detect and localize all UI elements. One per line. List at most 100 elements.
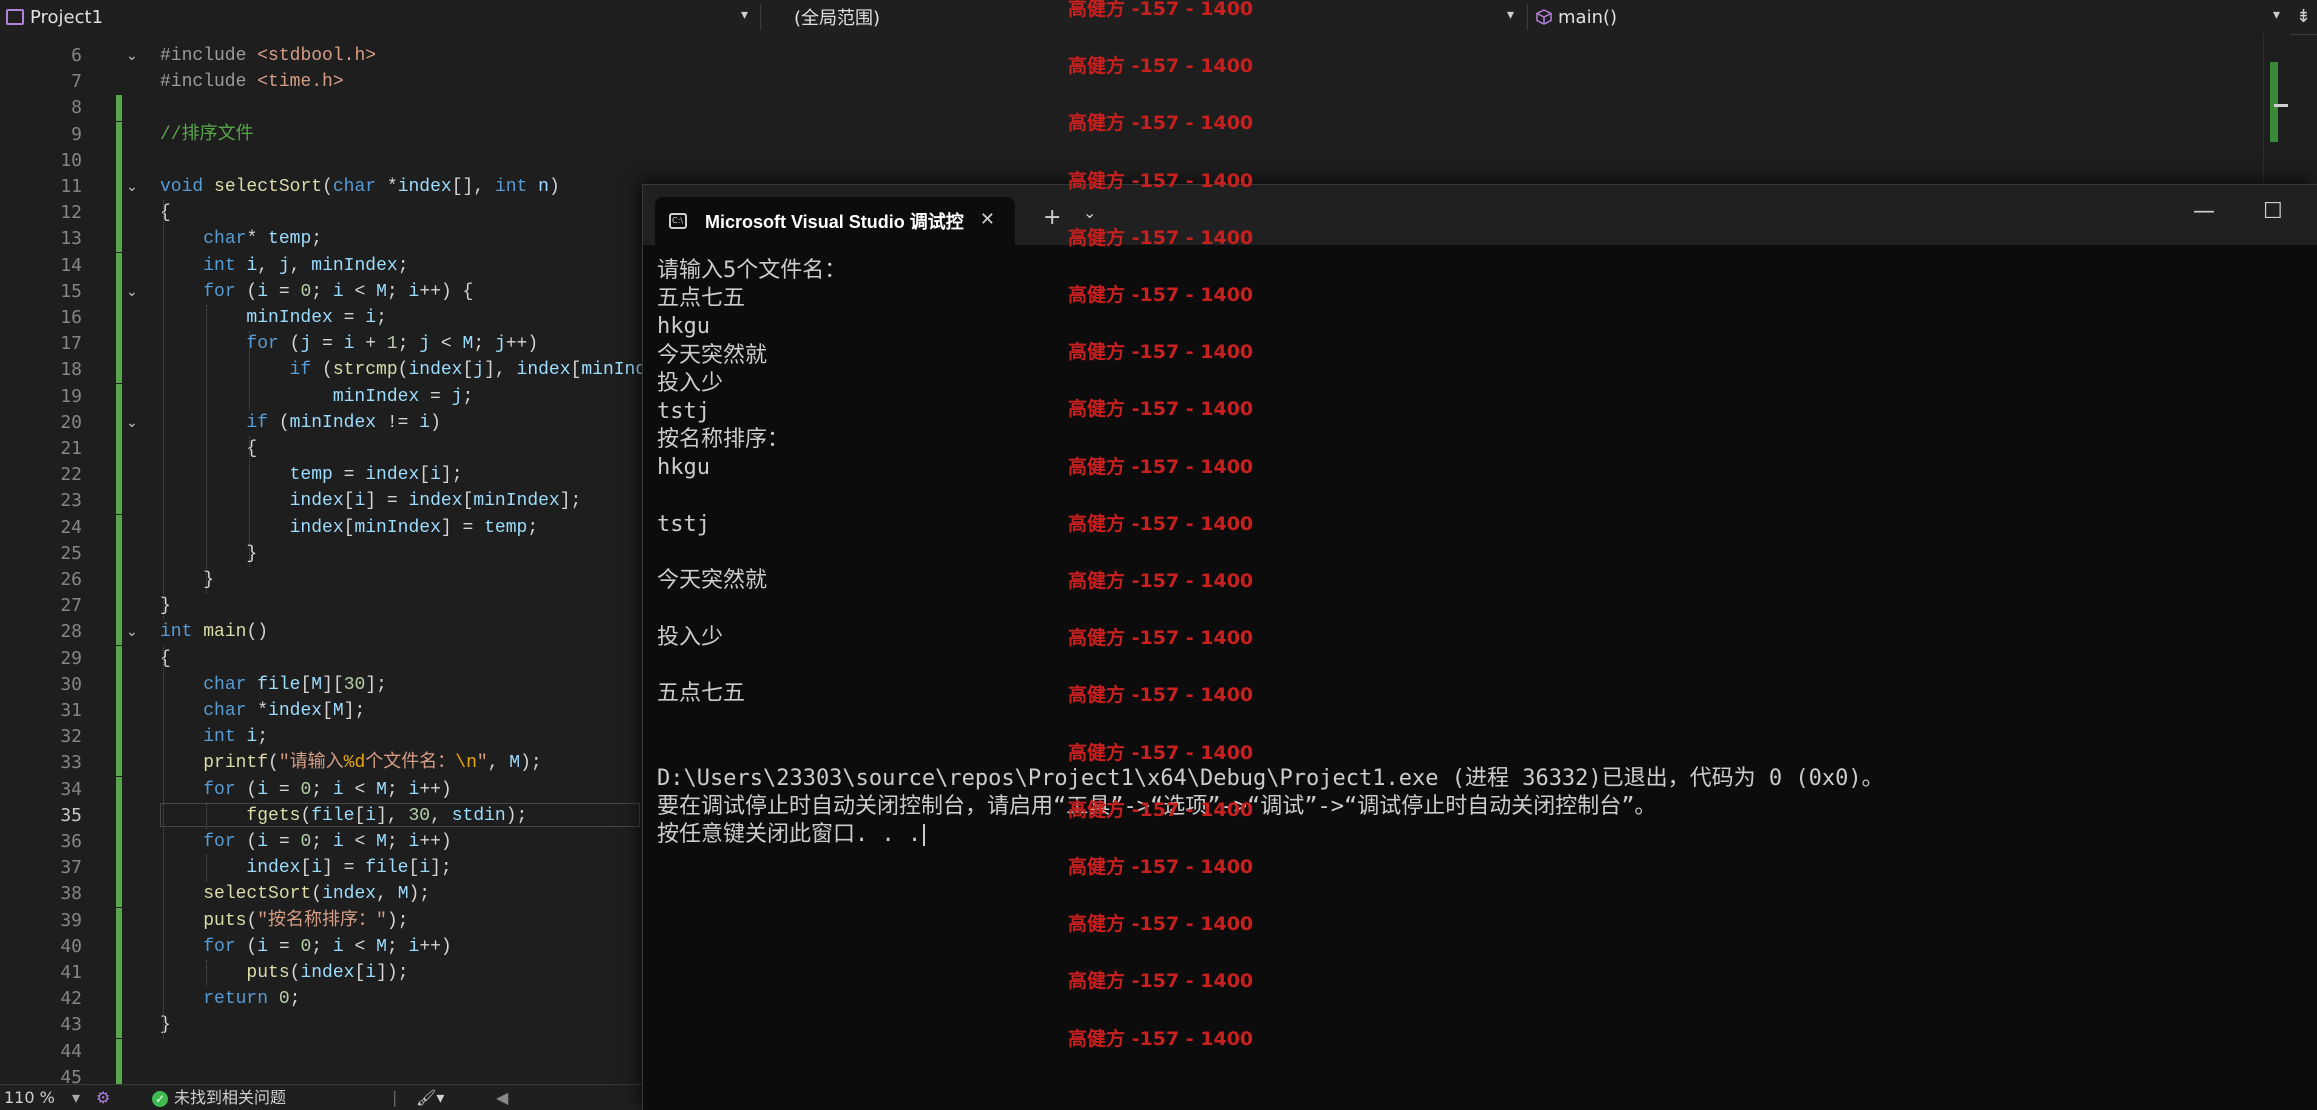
change-marker <box>116 488 122 515</box>
intellicode-icon[interactable]: ⚙ <box>96 1085 110 1110</box>
chevron-down-icon[interactable]: ⌄ <box>1083 203 1096 222</box>
indent-guide <box>249 331 250 410</box>
line-number: 39 <box>60 909 82 931</box>
console-line: 按名称排序： <box>657 427 790 453</box>
zoom-level[interactable]: 110 % <box>4 1085 55 1110</box>
change-marker <box>116 174 122 200</box>
console-line: hkgu <box>657 455 710 481</box>
code-text: { <box>160 648 171 669</box>
line-number: 19 <box>60 385 82 407</box>
chevron-down-icon: ▾ <box>1506 7 1514 23</box>
change-marker <box>116 671 122 698</box>
console-line: tstj <box>657 511 710 537</box>
debug-console-window[interactable]: C:\ Microsoft Visual Studio 调试控 ✕ + ⌄ — … <box>642 184 2317 1110</box>
line-number: 42 <box>60 988 82 1010</box>
function-dropdown[interactable]: main() ▾ <box>1528 0 2290 34</box>
brush-icon[interactable]: 🖌▾ <box>416 1085 444 1110</box>
change-marker <box>116 121 122 148</box>
console-line: 按任意键关闭此窗口. . . <box>657 821 926 849</box>
code-text: for (i = 0; i < M; i++) { <box>203 281 474 302</box>
terminal-icon: C:\ <box>669 213 687 229</box>
change-marker <box>116 645 122 672</box>
code-text: for (i = 0; i < M; i++) <box>203 832 452 852</box>
project-name: Project1 <box>30 6 104 28</box>
code-text: for (i = 0; i < M; i++) <box>203 779 452 800</box>
code-text: void selectSort(char *index[], int n) <box>160 177 560 197</box>
new-tab-icon[interactable]: + <box>1043 205 1061 230</box>
change-marker <box>116 331 122 358</box>
line-number: 20 <box>60 411 82 433</box>
close-tab-icon[interactable]: ✕ <box>980 209 995 230</box>
change-marker <box>116 960 122 986</box>
change-marker <box>116 305 122 331</box>
line-number: 21 <box>60 438 82 459</box>
change-marker <box>116 95 122 122</box>
change-marker <box>116 933 122 960</box>
line-number: 17 <box>60 333 82 355</box>
console-line: hkgu <box>657 314 710 340</box>
code-line[interactable]: 7 #include <time.h> <box>0 69 2290 95</box>
code-text: } <box>160 1015 171 1036</box>
code-text: } <box>160 596 171 617</box>
indent-guide <box>163 645 164 1039</box>
line-number: 40 <box>60 935 82 957</box>
code-line[interactable]: 9 //排序文件 <box>0 121 2290 148</box>
project-dropdown[interactable]: Project1 ▾ <box>0 0 758 34</box>
code-text: int main() <box>160 622 269 643</box>
code-text: for (i = 0; i < M; i++) <box>203 936 452 957</box>
console-line: 投入少 <box>657 370 724 396</box>
split-icon[interactable]: ⇟ <box>2296 6 2311 27</box>
line-number: 31 <box>60 700 82 721</box>
scroll-left-icon[interactable]: ◀ <box>496 1085 508 1110</box>
console-tab[interactable]: C:\ Microsoft Visual Studio 调试控 ✕ <box>655 197 1015 245</box>
project-icon <box>6 9 24 25</box>
line-number: 25 <box>60 542 82 564</box>
console-line: D:\Users\23303\source\repos\Project1\x64… <box>657 765 1884 791</box>
change-marker <box>116 514 122 541</box>
check-circle-icon: ✓ <box>152 1090 168 1107</box>
chevron-down-icon[interactable]: ▾ <box>72 1085 80 1110</box>
line-number: 32 <box>60 726 82 748</box>
code-text: printf("请输入%d个文件名：\n", M); <box>203 753 542 774</box>
line-number: 9 <box>71 123 82 145</box>
change-marker <box>116 802 122 829</box>
console-line: 投入少 <box>657 624 724 650</box>
scope-dropdown[interactable]: (全局范围) ▾ <box>762 0 1524 34</box>
fold-chevron-icon[interactable]: ⌄ <box>126 43 138 69</box>
scrollbar-thumb[interactable] <box>2274 104 2288 107</box>
minimize-icon[interactable]: — <box>2193 199 2215 224</box>
line-number: 41 <box>60 962 82 983</box>
line-number: 38 <box>60 883 82 905</box>
code-text: #include <stdbool.h> <box>160 46 377 66</box>
line-number: 22 <box>60 464 82 486</box>
line-number: 8 <box>71 97 82 119</box>
fold-chevron-icon[interactable]: ⌄ <box>126 279 138 305</box>
fold-chevron-icon[interactable]: ⌄ <box>126 619 138 645</box>
code-text: { <box>160 203 171 224</box>
issues-indicator[interactable]: ✓ 未找到相关问题 <box>152 1085 286 1110</box>
change-marker <box>116 776 122 803</box>
maximize-icon[interactable]: ☐ <box>2263 199 2283 224</box>
line-number: 6 <box>71 45 82 66</box>
fold-chevron-icon[interactable]: ⌄ <box>126 174 138 200</box>
code-line[interactable]: 8 <box>0 95 2290 122</box>
line-number: 16 <box>60 307 82 328</box>
indent-guide <box>206 855 207 882</box>
code-text: return 0; <box>203 989 301 1010</box>
code-line[interactable]: 6 ⌄ #include <stdbool.h> <box>0 43 2290 69</box>
line-number: 15 <box>60 280 82 302</box>
line-number: 10 <box>60 149 82 171</box>
divider <box>760 4 761 30</box>
change-marker <box>116 200 122 227</box>
code-line[interactable]: 10 <box>0 147 2290 174</box>
change-marker <box>116 881 122 908</box>
change-marker <box>116 1038 122 1065</box>
change-marker <box>116 462 122 489</box>
code-text: puts(index[i]); <box>246 963 409 983</box>
cube-icon <box>1536 9 1552 25</box>
indent-guide <box>206 305 207 594</box>
fold-chevron-icon[interactable]: ⌄ <box>126 410 138 436</box>
function-name: main() <box>1558 6 1618 28</box>
change-marker <box>116 750 122 777</box>
line-number: 36 <box>60 831 82 852</box>
